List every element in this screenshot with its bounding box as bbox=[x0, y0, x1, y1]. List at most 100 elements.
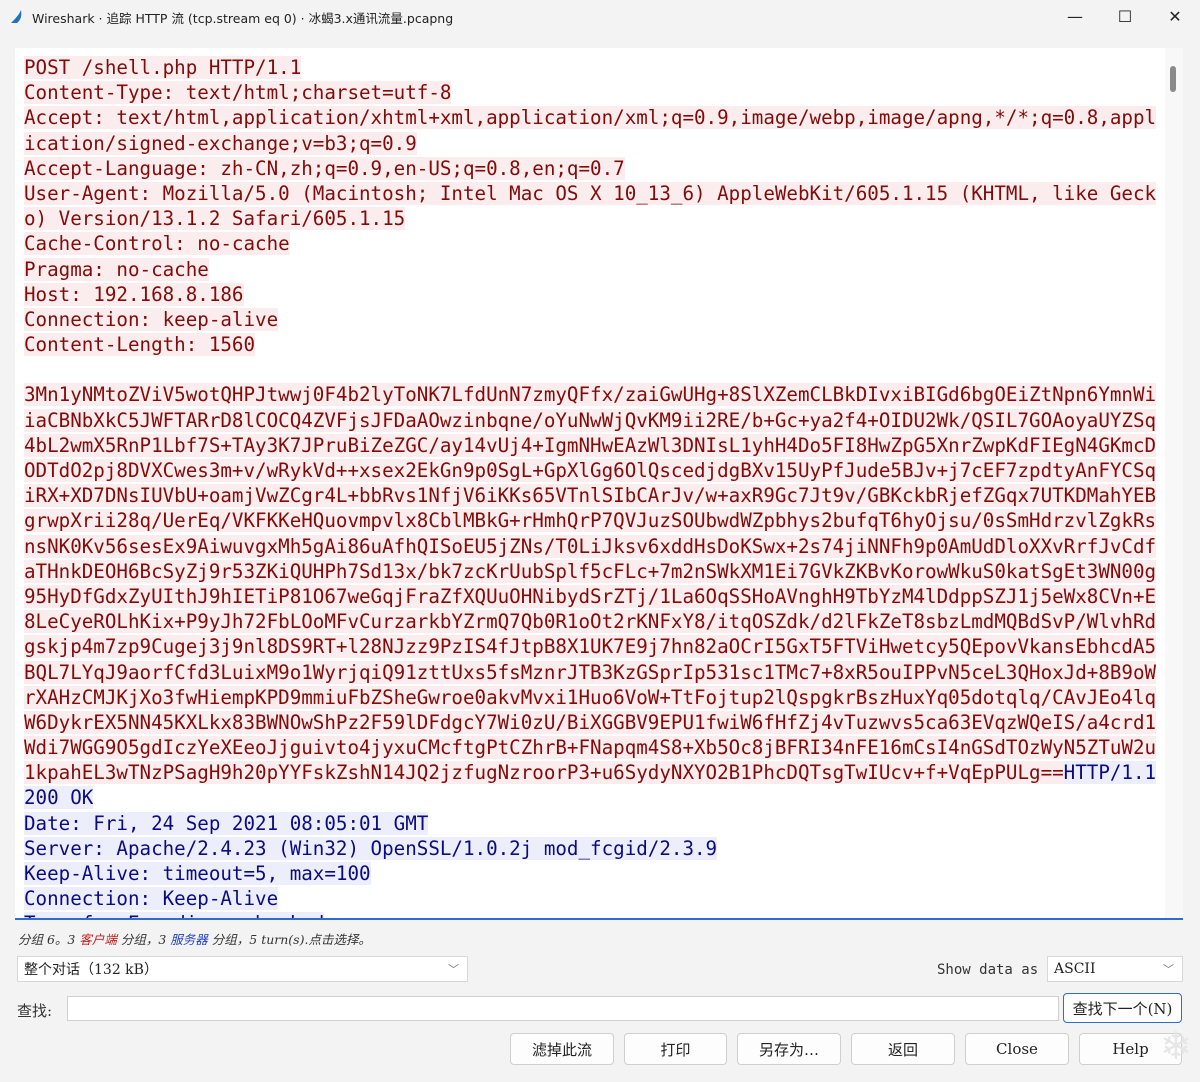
show-data-label: Show data as bbox=[937, 962, 1039, 978]
print-button[interactable]: 打印 bbox=[624, 1033, 727, 1065]
client-data-segment[interactable]: 3Mn1yNMtoZViV5wotQHPJtwwj0F4b2lyToNK7Lfd… bbox=[24, 383, 1157, 407]
client-data-segment[interactable]: Wdi7WGG9O5gdIczYeXEeoJjguivto4jyxuCMcftg… bbox=[24, 736, 1157, 760]
stream-line[interactable]: iaCBNbXkC5JWFTARrD8lCOCQ4ZVFjsJFDaAOwzin… bbox=[24, 408, 1157, 433]
stream-line[interactable]: Pragma: no-cache bbox=[24, 257, 1156, 282]
stream-line[interactable]: gskjp4m7zp9Cugej3j9nl8DS9RT+l28NJzz9PzIS… bbox=[24, 634, 1157, 659]
client-data-segment[interactable]: Accept: text/html,application/xhtml+xml,… bbox=[24, 106, 1157, 130]
server-data-segment[interactable]: Server: Apache/2.4.23 (Win32) OpenSSL/1.… bbox=[24, 836, 718, 860]
stats-server-label[interactable]: 服务器 bbox=[170, 932, 208, 947]
stream-line[interactable]: Transfer-Encoding: chunked bbox=[24, 911, 1156, 918]
client-data-segment[interactable]: W6DykrEX5NN45KXLkx83BWNOwShPz2F59lDFdgcY… bbox=[24, 710, 1157, 734]
stream-line[interactable] bbox=[24, 357, 1156, 382]
stream-line[interactable]: ODTdO2pj8DVXCwes3m+v/wRykVd++xsex2EkGn9p… bbox=[24, 458, 1157, 483]
window-title: Wireshark · 追踪 HTTP 流 (tcp.stream eq 0) … bbox=[32, 10, 454, 26]
stream-line[interactable]: rXAHzCMJKjXo3fwHiempKPD9mmiuFbZSheGwroe0… bbox=[24, 685, 1157, 710]
stream-line[interactable]: nsNK0Kv56sesEx9AiwuvgxMh5gAi86uAfhQISoEU… bbox=[24, 534, 1157, 559]
conversation-select[interactable]: 整个对话（132 kB） ﹀ bbox=[17, 956, 468, 982]
chevron-down-icon: ﹀ bbox=[1163, 963, 1174, 976]
stream-line[interactable]: W6DykrEX5NN45KXLkx83BWNOwShPz2F59lDFdgcY… bbox=[24, 710, 1157, 735]
client-data-segment[interactable]: POST /shell.php HTTP/1.1 bbox=[24, 56, 302, 79]
stream-line[interactable]: Accept: text/html,application/xhtml+xml,… bbox=[24, 105, 1157, 130]
client-data-segment[interactable]: Accept-Language: zh-CN,zh;q=0.9,en-US;q=… bbox=[24, 156, 625, 180]
focus-underline bbox=[15, 918, 1183, 920]
server-data-segment[interactable]: HTTP/1.1 bbox=[1063, 761, 1157, 785]
find-input[interactable] bbox=[67, 996, 1059, 1021]
stream-line[interactable]: Wdi7WGG9O5gdIczYeXEeoJjguivto4jyxuCMcftg… bbox=[24, 735, 1157, 760]
minimize-button[interactable]: — bbox=[1050, 0, 1100, 32]
stream-line[interactable]: Connection: keep-alive bbox=[24, 307, 1156, 332]
stream-line[interactable]: Content-Type: text/html;charset=utf-8 bbox=[24, 80, 1156, 105]
server-data-segment[interactable]: Keep-Alive: timeout=5, max=100 bbox=[24, 862, 371, 885]
vertical-scrollbar[interactable] bbox=[1165, 48, 1183, 918]
save-as-button[interactable]: 另存为… bbox=[737, 1033, 841, 1065]
stats-client-label[interactable]: 客户端 bbox=[79, 932, 117, 947]
client-data-segment[interactable]: Cache-Control: no-cache bbox=[24, 232, 290, 256]
stream-text[interactable]: POST /shell.php HTTP/1.1 Content-Type: te… bbox=[24, 55, 1157, 918]
client-data-segment[interactable]: ODTdO2pj8DVXCwes3m+v/wRykVd++xsex2EkGn9p… bbox=[24, 459, 1157, 482]
show-data-select[interactable]: ASCII ﹀ bbox=[1047, 956, 1183, 982]
client-data-segment[interactable]: Host: 192.168.8.186 bbox=[24, 282, 244, 306]
stream-line[interactable]: iRX+XD7DNsIUVbU+oamjVwZCgr4L+bbRvs1NfjV6… bbox=[24, 483, 1157, 508]
scrollbar-thumb[interactable] bbox=[1170, 66, 1176, 92]
snowflake-logo-icon: ❄ bbox=[1160, 1024, 1192, 1068]
client-data-segment[interactable]: Content-Length: 1560 bbox=[24, 333, 256, 357]
client-data-segment[interactable]: o) Version/13.1.2 Safari/605.1.15 bbox=[24, 207, 406, 231]
client-data-segment[interactable]: User-Agent: Mozilla/5.0 (Macintosh; Inte… bbox=[24, 181, 1157, 205]
maximize-button[interactable]: ☐ bbox=[1100, 0, 1150, 32]
stream-line[interactable]: ication/signed-exchange;v=b3;q=0.9 bbox=[24, 131, 1156, 156]
stream-line[interactable]: POST /shell.php HTTP/1.1 bbox=[24, 55, 1156, 80]
find-next-button[interactable]: 查找下一个(N) bbox=[1063, 993, 1182, 1023]
stream-line[interactable]: Accept-Language: zh-CN,zh;q=0.9,en-US;q=… bbox=[24, 156, 1156, 181]
client-data-segment[interactable]: 1kpahEL3wTNzPSagH9h20pYYFskZshN14JQ2jzfu… bbox=[24, 761, 1064, 785]
stream-content-pane[interactable]: POST /shell.php HTTP/1.1 Content-Type: te… bbox=[15, 48, 1165, 918]
stream-line[interactable]: aTHnkDEOH6BcSyZj9r53ZKiQUHPh7Sd13x/bk7zc… bbox=[24, 559, 1157, 584]
title-bar: Wireshark · 追踪 HTTP 流 (tcp.stream eq 0) … bbox=[0, 0, 1200, 34]
stream-line[interactable]: 4bL2wmX5RnP1Lbf7S+TAy3K7JPruBiZeZGC/ay14… bbox=[24, 433, 1157, 458]
stream-line[interactable]: 8LeCyeROLhKix+P9yJh72FbLOoMFvCurzarkbYZr… bbox=[24, 609, 1157, 634]
server-data-segment[interactable]: Date: Fri, 24 Sep 2021 08:05:01 GMT bbox=[24, 811, 429, 835]
stream-line[interactable]: o) Version/13.1.2 Safari/605.1.15 bbox=[24, 206, 1156, 231]
client-data-segment[interactable]: 95HyDfGdxZyUIthJ9hIETiP81O67weGqjFraZfXQ… bbox=[24, 584, 1157, 608]
client-data-segment[interactable]: rXAHzCMJKjXo3fwHiempKPD9mmiuFbZSheGwroe0… bbox=[24, 685, 1157, 709]
stream-line[interactable]: Server: Apache/2.4.23 (Win32) OpenSSL/1.… bbox=[24, 836, 1156, 861]
client-data-segment[interactable]: Pragma: no-cache bbox=[24, 257, 209, 281]
conversation-select-value: 整个对话（132 kB） bbox=[24, 962, 158, 978]
client-data-segment[interactable]: ication/signed-exchange;v=b3;q=0.9 bbox=[24, 131, 417, 155]
back-button[interactable]: 返回 bbox=[851, 1033, 955, 1065]
client-data-segment[interactable]: aTHnkDEOH6BcSyZj9r53ZKiQUHPh7Sd13x/bk7zc… bbox=[24, 559, 1157, 583]
close-window-button[interactable]: ✕ bbox=[1150, 0, 1200, 32]
client-data-segment[interactable]: grwpXrii28q/UerEq/VKFKKeHQuovmpvlx8CblMB… bbox=[24, 509, 1157, 533]
find-label: 查找: bbox=[17, 1002, 53, 1020]
client-data-segment[interactable]: iRX+XD7DNsIUVbU+oamjVwZCgr4L+bbRvs1NfjV6… bbox=[24, 484, 1157, 508]
client-data-segment[interactable]: 8LeCyeROLhKix+P9yJh72FbLOoMFvCurzarkbYZr… bbox=[24, 610, 1157, 634]
server-data-segment[interactable]: Connection: Keep-Alive bbox=[24, 887, 279, 911]
stream-line[interactable]: Date: Fri, 24 Sep 2021 08:05:01 GMT bbox=[24, 811, 1156, 836]
server-data-segment[interactable]: 200 OK bbox=[24, 786, 94, 810]
stream-line[interactable]: Content-Length: 1560 bbox=[24, 332, 1156, 357]
stream-line[interactable]: 95HyDfGdxZyUIthJ9hIETiP81O67weGqjFraZfXQ… bbox=[24, 584, 1157, 609]
stream-line[interactable]: 200 OK bbox=[24, 785, 1156, 810]
stream-stats: 分组 6。3 客户端 分组，3 服务器 分组，5 turn(s).点击选择。 bbox=[18, 929, 371, 948]
wireshark-fin-icon bbox=[6, 6, 28, 28]
stream-line[interactable]: Connection: Keep-Alive bbox=[24, 886, 1156, 911]
client-data-segment[interactable]: BQL7LYqJ9aorfCfd3LuixM9o1WyrjqiQ91zttUxs… bbox=[24, 660, 1157, 684]
stream-line[interactable]: Keep-Alive: timeout=5, max=100 bbox=[24, 861, 1156, 886]
filter-out-stream-button[interactable]: 滤掉此流 bbox=[510, 1033, 614, 1065]
stream-line[interactable]: User-Agent: Mozilla/5.0 (Macintosh; Inte… bbox=[24, 181, 1157, 206]
close-button[interactable]: Close bbox=[965, 1033, 1069, 1065]
stats-suffix: 分组，5 turn(s).点击选择。 bbox=[207, 932, 371, 947]
show-data-select-value: ASCII bbox=[1054, 961, 1096, 977]
client-data-segment[interactable]: nsNK0Kv56sesEx9AiwuvgxMh5gAi86uAfhQISoEU… bbox=[24, 534, 1157, 558]
client-data-segment[interactable]: 4bL2wmX5RnP1Lbf7S+TAy3K7JPruBiZeZGC/ay14… bbox=[24, 433, 1157, 457]
stream-line[interactable]: 3Mn1yNMtoZViV5wotQHPJtwwj0F4b2lyToNK7Lfd… bbox=[24, 382, 1157, 407]
stream-line[interactable]: BQL7LYqJ9aorfCfd3LuixM9o1WyrjqiQ91zttUxs… bbox=[24, 660, 1157, 685]
client-data-segment[interactable]: iaCBNbXkC5JWFTARrD8lCOCQ4ZVFjsJFDaAOwzin… bbox=[24, 408, 1157, 432]
stream-line[interactable]: 1kpahEL3wTNzPSagH9h20pYYFskZshN14JQ2jzfu… bbox=[24, 760, 1157, 785]
stats-middle: 分组，3 bbox=[116, 932, 171, 947]
client-data-segment[interactable]: Content-Type: text/html;charset=utf-8 bbox=[24, 81, 452, 105]
stream-line[interactable]: grwpXrii28q/UerEq/VKFKKeHQuovmpvlx8CblMB… bbox=[24, 508, 1157, 533]
client-data-segment[interactable]: Connection: keep-alive bbox=[24, 307, 279, 331]
stream-line[interactable]: Host: 192.168.8.186 bbox=[24, 282, 1156, 307]
client-data-segment[interactable]: gskjp4m7zp9Cugej3j9nl8DS9RT+l28NJzz9PzIS… bbox=[24, 635, 1157, 659]
stream-line[interactable]: Cache-Control: no-cache bbox=[24, 231, 1156, 256]
